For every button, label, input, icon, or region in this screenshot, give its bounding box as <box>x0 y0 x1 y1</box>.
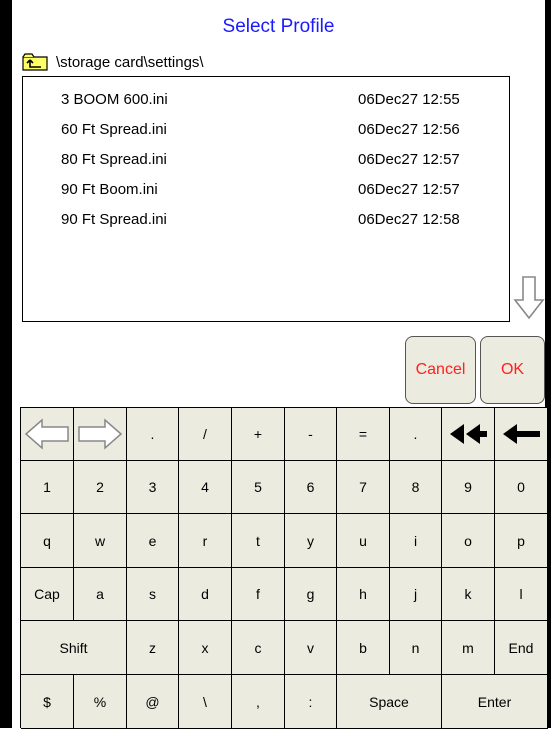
enter-key[interactable]: Enter <box>442 675 548 729</box>
key[interactable]: f <box>232 568 285 621</box>
key[interactable]: p <box>495 514 548 568</box>
file-name: 60 Ft Spread.ini <box>61 121 167 138</box>
key[interactable]: 2 <box>74 461 127 514</box>
file-date: 06Dec27 12:58 <box>358 211 460 228</box>
backspace-key[interactable] <box>495 408 548 461</box>
key[interactable]: c <box>232 621 285 675</box>
list-item[interactable]: 90 Ft Boom.ini 06Dec27 12:57 <box>23 177 509 205</box>
key[interactable]: g <box>285 568 337 621</box>
list-item[interactable]: 90 Ft Spread.ini 06Dec27 12:58 <box>23 207 509 235</box>
on-screen-keyboard: . / + - = . 1 2 3 4 5 6 7 8 9 0 q w e r … <box>20 407 548 729</box>
key[interactable]: % <box>74 675 127 729</box>
key[interactable]: j <box>390 568 442 621</box>
scroll-down-arrow-icon[interactable] <box>513 274 545 322</box>
key[interactable]: 7 <box>337 461 390 514</box>
key[interactable]: 0 <box>495 461 548 514</box>
file-list[interactable]: 3 BOOM 600.ini 06Dec27 12:55 60 Ft Sprea… <box>22 76 510 322</box>
key[interactable]: @ <box>127 675 179 729</box>
key[interactable]: h <box>337 568 390 621</box>
key[interactable]: 4 <box>179 461 232 514</box>
cursor-left-arrow-icon <box>24 418 69 450</box>
key[interactable]: r <box>179 514 232 568</box>
key[interactable]: 1 <box>21 461 74 514</box>
key[interactable]: u <box>337 514 390 568</box>
key[interactable]: \ <box>179 675 232 729</box>
cursor-right-key[interactable] <box>74 408 127 461</box>
file-date: 06Dec27 12:57 <box>358 181 460 198</box>
cursor-right-arrow-icon <box>78 418 123 450</box>
current-path: \storage card\settings\ <box>56 53 204 71</box>
key[interactable]: 3 <box>127 461 179 514</box>
key[interactable]: $ <box>21 675 74 729</box>
key[interactable]: s <box>127 568 179 621</box>
file-date: 06Dec27 12:55 <box>358 91 460 108</box>
key[interactable]: + <box>232 408 285 461</box>
key[interactable]: t <box>232 514 285 568</box>
key[interactable]: 8 <box>390 461 442 514</box>
left-frame-border <box>0 0 12 728</box>
key[interactable]: 6 <box>285 461 337 514</box>
key[interactable]: z <box>127 621 179 675</box>
file-name: 90 Ft Boom.ini <box>61 181 158 198</box>
key[interactable]: i <box>390 514 442 568</box>
key[interactable]: k <box>442 568 495 621</box>
key[interactable]: w <box>74 514 127 568</box>
cursor-left-key[interactable] <box>21 408 74 461</box>
clear-key[interactable] <box>442 408 495 461</box>
file-name: 3 BOOM 600.ini <box>61 91 168 108</box>
file-date: 06Dec27 12:56 <box>358 121 460 138</box>
key[interactable]: . <box>127 408 179 461</box>
key[interactable]: / <box>179 408 232 461</box>
key[interactable]: . <box>390 408 442 461</box>
file-name: 90 Ft Spread.ini <box>61 211 167 228</box>
path-bar: \storage card\settings\ <box>22 52 204 72</box>
file-name: 80 Ft Spread.ini <box>61 151 167 168</box>
key[interactable]: : <box>285 675 337 729</box>
dialog-title: Select Profile <box>222 16 335 37</box>
key[interactable]: o <box>442 514 495 568</box>
backspace-arrow-icon <box>503 424 540 444</box>
clear-double-arrow-icon <box>450 424 487 444</box>
key[interactable]: = <box>337 408 390 461</box>
key[interactable]: - <box>285 408 337 461</box>
key[interactable]: 5 <box>232 461 285 514</box>
key[interactable]: y <box>285 514 337 568</box>
key[interactable]: x <box>179 621 232 675</box>
list-item[interactable]: 60 Ft Spread.ini 06Dec27 12:56 <box>23 117 509 145</box>
key[interactable]: e <box>127 514 179 568</box>
key[interactable]: q <box>21 514 74 568</box>
key[interactable]: d <box>179 568 232 621</box>
key[interactable]: v <box>285 621 337 675</box>
folder-up-icon[interactable] <box>22 53 48 71</box>
key[interactable]: a <box>74 568 127 621</box>
key[interactable]: , <box>232 675 285 729</box>
ok-button[interactable]: OK <box>480 336 545 404</box>
caps-key[interactable]: Cap <box>21 568 74 621</box>
file-date: 06Dec27 12:57 <box>358 151 460 168</box>
cancel-button[interactable]: Cancel <box>405 336 476 404</box>
space-key[interactable]: Space <box>337 675 442 729</box>
list-item[interactable]: 3 BOOM 600.ini 06Dec27 12:55 <box>23 87 509 115</box>
end-key[interactable]: End <box>495 621 548 675</box>
shift-key[interactable]: Shift <box>21 621 127 675</box>
key[interactable]: 9 <box>442 461 495 514</box>
key[interactable]: l <box>495 568 548 621</box>
key[interactable]: n <box>390 621 442 675</box>
key[interactable]: b <box>337 621 390 675</box>
key[interactable]: m <box>442 621 495 675</box>
list-item[interactable]: 80 Ft Spread.ini 06Dec27 12:57 <box>23 147 509 175</box>
